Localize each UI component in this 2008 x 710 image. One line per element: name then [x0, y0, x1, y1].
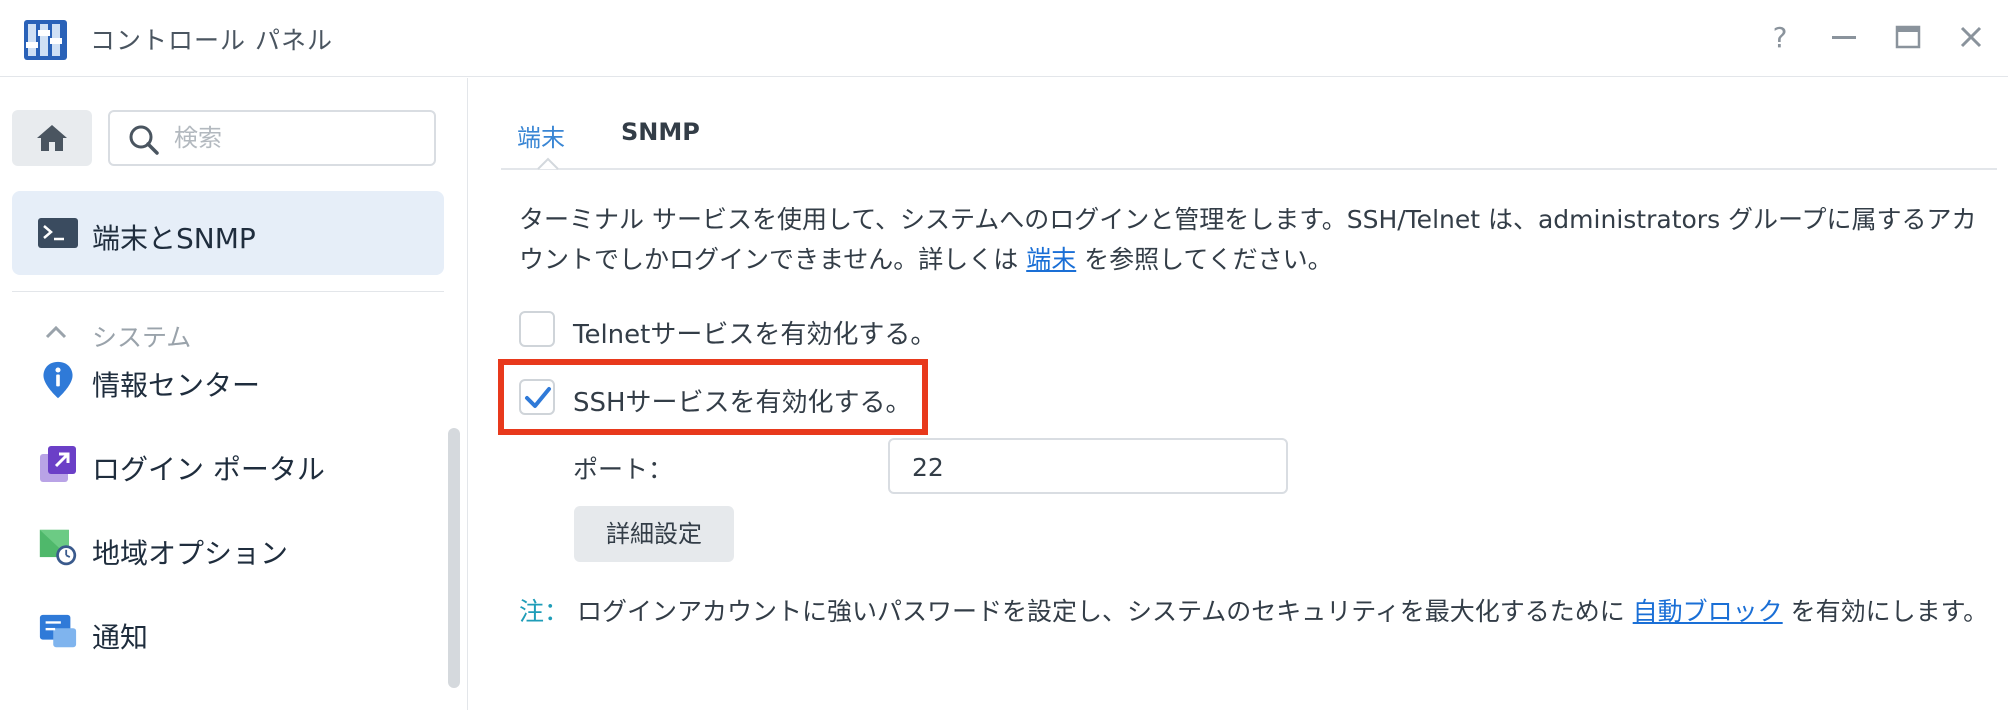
- checkmark-icon: [525, 387, 551, 408]
- help-icon: ?: [1772, 21, 1788, 54]
- telnet-checkbox[interactable]: [519, 311, 555, 347]
- tab-snmp[interactable]: SNMP: [621, 118, 700, 146]
- ssh-checkbox-label[interactable]: SSHサービスを有効化する。: [573, 382, 912, 419]
- sidebar-item-label: 端末とSNMP: [92, 222, 256, 255]
- sidebar-item-notification[interactable]: 通知: [12, 598, 444, 668]
- port-label: ポート：: [573, 455, 674, 484]
- active-tab-indicator: [537, 157, 559, 170]
- sidebar-item-login-portal[interactable]: ログイン ポータル: [12, 430, 444, 500]
- close-icon: [1960, 26, 1982, 48]
- port-input[interactable]: [912, 452, 1262, 482]
- description-part: を参照してください。: [1076, 245, 1333, 274]
- note-label: 注：: [519, 597, 570, 626]
- regional-options-icon: [39, 529, 77, 566]
- description-text: ターミナル サービスを使用して、システムへのログインと管理をします。SSH/Te…: [519, 200, 1999, 280]
- minimize-icon: [1832, 36, 1856, 39]
- sidebar-scrollbar[interactable]: [448, 428, 460, 688]
- window-title: コントロール パネル: [90, 26, 333, 55]
- home-icon: [37, 125, 67, 151]
- tab-terminal[interactable]: 端末: [517, 118, 565, 153]
- sidebar-item-label: 通知: [92, 621, 149, 654]
- login-portal-icon: [40, 446, 76, 482]
- port-field[interactable]: [888, 438, 1288, 494]
- auto-block-link[interactable]: 自動ブロック: [1633, 597, 1783, 626]
- advanced-settings-button[interactable]: 詳細設定: [574, 506, 734, 562]
- search-box[interactable]: [108, 110, 436, 166]
- minimize-button[interactable]: [1826, 20, 1862, 56]
- sidebar-item-label: 地域オプション: [92, 537, 289, 570]
- main-panel: 端末 SNMP ターミナル サービスを使用して、システムへのログインと管理をしま…: [469, 78, 2008, 710]
- telnet-checkbox-label[interactable]: Telnetサービスを有効化する。: [573, 314, 936, 351]
- search-input[interactable]: [174, 122, 424, 154]
- sidebar-divider: [12, 291, 444, 292]
- sidebar-item-label: 情報センター: [92, 369, 261, 402]
- sidebar-item-regional-options[interactable]: 地域オプション: [12, 514, 444, 584]
- note-part: ログインアカウントに強いパスワードを設定し、システムのセキュリティを最大化するた…: [569, 597, 1633, 626]
- notification-icon: [39, 614, 77, 648]
- sidebar-item-info-center[interactable]: 情報センター: [12, 346, 444, 416]
- terminal-icon: [38, 218, 78, 248]
- control-panel-icon: [24, 18, 69, 60]
- sidebar-item-terminal-snmp[interactable]: 端末とSNMP: [12, 191, 444, 275]
- chevron-up-icon: [45, 325, 67, 339]
- home-button[interactable]: [12, 110, 92, 166]
- sidebar-item-label: ログイン ポータル: [92, 453, 325, 486]
- maximize-button[interactable]: [1890, 20, 1926, 56]
- terminal-help-link[interactable]: 端末: [1026, 245, 1076, 274]
- close-button[interactable]: [1953, 20, 1989, 56]
- search-icon: [129, 125, 159, 155]
- info-icon: [43, 361, 73, 399]
- note-part: を有効にします。: [1782, 597, 1989, 626]
- tab-bar: 端末 SNMP: [501, 78, 1997, 170]
- help-button[interactable]: ?: [1762, 20, 1798, 56]
- title-bar: コントロール パネル ?: [0, 0, 2008, 77]
- note-text: 注： ログインアカウントに強いパスワードを設定し、システムのセキュリティを最大化…: [519, 592, 1999, 632]
- sidebar: 端末とSNMP システム 情報センター ログイン ポータル: [0, 78, 468, 710]
- maximize-icon: [1895, 25, 1921, 49]
- ssh-checkbox[interactable]: [519, 379, 555, 415]
